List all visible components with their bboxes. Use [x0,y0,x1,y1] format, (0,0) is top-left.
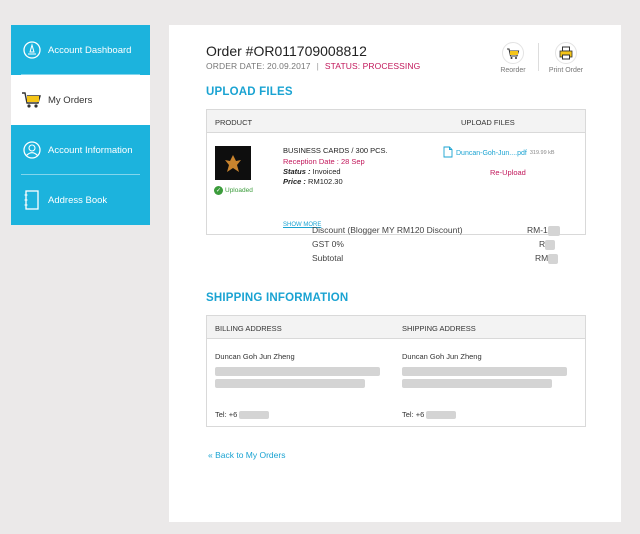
col-billing-address: BILLING ADDRESS [215,324,282,333]
order-totals: Discount (Blogger MY RM120 Discount) RM-… [312,225,582,267]
order-status: STATUS: PROCESSING [324,61,421,71]
dashboard-icon [20,38,44,62]
shipping-tel: Tel: +6 [402,410,457,420]
totals-value: R [539,239,556,250]
totals-row-gst: GST 0% R [312,239,582,253]
order-meta: ORDER DATE: 20.09.2017 | STATUS: PROCESSIN… [206,61,420,71]
uploaded-label: Uploaded [225,187,253,194]
product-status: Status : Invoiced [283,167,341,176]
product-price: Price : RM102.30 [283,177,343,186]
reception-date: Reception Date : 28 Sep [283,157,365,166]
sidebar-item-label: My Orders [48,94,93,106]
col-product: PRODUCT [215,118,253,127]
print-order-button[interactable]: Print Order [546,42,586,74]
sidebar-item-my-orders[interactable]: My Orders [11,75,150,125]
totals-row-discount: Discount (Blogger MY RM120 Discount) RM-… [312,225,582,239]
upload-table-header: PRODUCT UPLOAD FILES [207,110,585,133]
product-thumbnail [215,146,251,180]
billing-name: Duncan Goh Jun Zheng [215,352,295,361]
billing-tel: Tel: +6 [215,410,270,420]
col-shipping-address: SHIPPING ADDRESS [402,324,476,333]
order-detail-panel: Order #OR011709008812 ORDER DATE: 20.09.… [169,25,621,522]
upload-files-title: UPLOAD FILES [206,86,293,98]
back-to-my-orders-link[interactable]: « Back to My Orders [208,450,285,460]
totals-value: RM [535,253,559,264]
reorder-button[interactable]: Reorder [493,42,533,74]
printer-icon [555,42,577,64]
product-name: BUSINESS CARDS / 300 PCS. [283,146,388,155]
shipping-information-table: BILLING ADDRESS SHIPPING ADDRESS Duncan … [206,315,586,427]
totals-label: Discount (Blogger MY RM120 Discount) [312,225,463,235]
billing-address: Duncan Goh Jun Zheng Tel: +6 [215,352,380,420]
account-sidebar: Account Dashboard My Orders Account Info… [11,25,150,225]
shipping-address: Duncan Goh Jun Zheng Tel: +6 [402,352,567,420]
uploaded-file-link[interactable]: Duncan-Goh-Jun....pdf 319.99 kB [443,146,555,160]
print-label: Print Order [548,67,584,74]
address-book-icon [20,188,44,212]
product-info: BUSINESS CARDS / 300 PCS. Reception Date… [283,146,388,187]
totals-label: GST 0% [312,239,344,249]
shipping-table-header: BILLING ADDRESS SHIPPING ADDRESS [207,316,585,339]
order-title: Order #OR011709008812 [206,43,367,59]
totals-label: Subtotal [312,253,344,263]
shipping-information-title: SHIPPING INFORMATION [206,292,349,304]
shipping-name: Duncan Goh Jun Zheng [402,352,482,361]
user-icon [20,138,44,162]
sidebar-item-account-dashboard[interactable]: Account Dashboard [11,25,150,75]
sidebar-item-label: Address Book [48,194,108,206]
re-upload-link[interactable]: Re-Upload [490,168,526,177]
sidebar-item-label: Account Dashboard [48,44,132,56]
file-name: Duncan-Goh-Jun....pdf [456,149,527,157]
sidebar-item-account-information[interactable]: Account Information [11,125,150,175]
col-upload-files: UPLOAD FILES [461,118,515,127]
file-size: 319.99 kB [529,150,555,156]
reorder-label: Reorder [500,67,526,74]
meta-separator: | [316,61,319,71]
toolbar-divider [538,43,539,71]
reorder-cart-icon [502,42,524,64]
cart-icon [20,88,44,112]
check-icon: ✓ [214,186,223,195]
order-date: ORDER DATE: 20.09.2017 [206,61,311,71]
upload-files-table: PRODUCT UPLOAD FILES ✓ Uploaded BUSINESS… [206,109,586,235]
pdf-file-icon [443,146,456,160]
totals-value: RM-1 [527,225,560,236]
totals-row-subtotal: Subtotal RM [312,253,582,267]
uploaded-badge: ✓ Uploaded [214,186,253,195]
sidebar-item-label: Account Information [48,144,133,156]
sidebar-item-address-book[interactable]: Address Book [11,175,150,225]
